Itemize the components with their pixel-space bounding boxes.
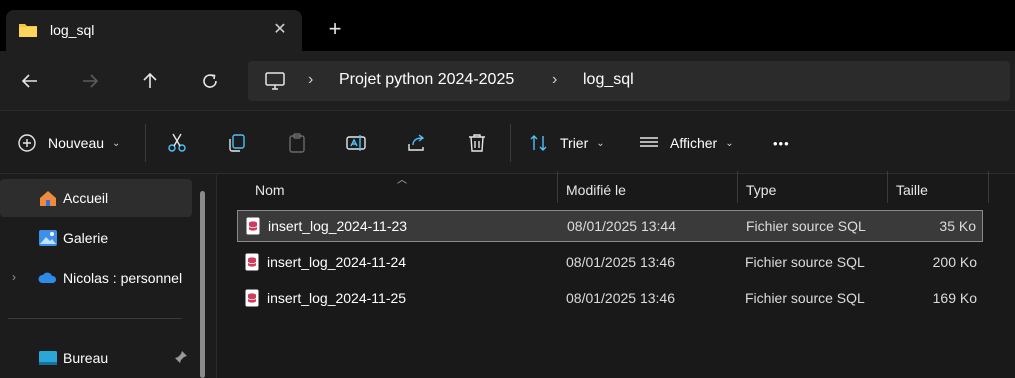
more-options-button[interactable]: ••• [773,128,790,158]
breadcrumb-chevron-icon[interactable]: › [552,71,557,89]
sidebar-item-accueil[interactable]: Accueil [0,179,192,217]
new-button[interactable]: Nouveau ⌄ [17,128,120,158]
clipboard-icon [289,133,305,153]
copy-button[interactable] [226,128,248,158]
sort-button[interactable]: Trier ⌄ [529,128,605,158]
arrow-left-icon [21,74,37,88]
file-size: 169 Ko [932,290,977,306]
column-header-type[interactable]: Type [746,179,776,205]
paste-button[interactable] [286,128,308,158]
delete-button[interactable] [466,128,488,158]
chevron-down-icon: ⌄ [725,137,734,149]
sql-file-icon [246,217,260,235]
sidebar-scrollbar[interactable] [200,191,205,378]
column-separator[interactable] [887,171,888,203]
file-list: ︿ Nom Modifié le Type Taille insert_log_… [216,171,1015,378]
pin-icon[interactable] [174,350,188,364]
file-type: Fichier source SQL [745,254,865,270]
file-modified: 08/01/2025 13:44 [567,218,676,234]
breadcrumb-projet-python[interactable]: Projet python 2024-2025 [339,71,514,89]
desktop-icon [39,351,57,365]
refresh-icon [203,74,217,88]
navigation-bar: › Projet python 2024-2025 › log_sql [0,51,1015,111]
rename-button[interactable] [345,128,367,158]
chevron-right-icon[interactable]: › [12,270,16,284]
home-icon [40,191,56,206]
gallery-icon [39,230,57,246]
share-button[interactable] [406,128,428,158]
sidebar-item-label: Galerie [63,230,109,246]
up-button[interactable] [136,67,164,95]
view-list-icon [640,137,658,147]
column-separator[interactable] [557,171,558,203]
sort-ascending-icon: ︿ [397,175,407,186]
new-button-label: Nouveau [48,135,105,151]
sidebar-item-label: Bureau [63,350,109,366]
sort-button-label: Trier [560,135,589,151]
toolbar-divider [510,124,511,162]
sidebar-item-galerie[interactable]: Galerie [0,219,192,257]
cut-button[interactable] [166,128,188,158]
folder-icon [19,24,37,37]
view-button-label: Afficher [670,135,718,151]
file-name: insert_log_2024-11-25 [267,290,407,306]
sidebar-item-bureau[interactable]: Bureau [0,339,192,377]
file-type: Fichier source SQL [746,218,866,234]
plus-circle-icon [18,134,36,152]
address-bar[interactable]: › Projet python 2024-2025 › log_sql [248,61,1010,101]
tab-log-sql[interactable]: log_sql ✕ [6,10,302,51]
sql-file-icon [245,253,259,271]
file-modified: 08/01/2025 13:46 [566,290,675,306]
arrow-right-icon [83,74,99,88]
file-size: 200 Ko [932,254,977,270]
sort-icon [530,135,547,151]
column-separator[interactable] [988,171,989,203]
tab-bar: log_sql ✕ + [0,0,1015,51]
file-row[interactable]: insert_log_2024-11-25 08/01/2025 13:46 F… [237,283,983,315]
breadcrumb-log-sql[interactable]: log_sql [583,71,634,89]
back-button[interactable] [16,67,44,95]
column-header-size[interactable]: Taille [896,179,928,205]
tab-title: log_sql [50,22,95,38]
new-tab-button[interactable]: + [324,18,346,40]
refresh-button[interactable] [196,67,224,95]
column-header-modified[interactable]: Modifié le [566,179,626,205]
sidebar-divider [8,318,182,319]
breadcrumb-chevron-icon[interactable]: › [308,71,313,89]
file-modified: 08/01/2025 13:46 [566,254,675,270]
command-bar: Nouveau ⌄ Trier ⌄ Afficher ⌄ ••• [0,112,1015,174]
sql-file-icon [245,289,259,307]
view-button[interactable]: Afficher ⌄ [639,128,734,158]
forward-button[interactable] [76,67,104,95]
close-tab-icon[interactable]: ✕ [270,20,290,40]
chevron-down-icon: ⌄ [112,137,121,149]
trash-icon [469,134,485,152]
copy-icon [229,134,245,152]
arrow-up-icon [143,72,157,88]
navigation-pane: Accueil Galerie › Nicolas : personnel Bu… [0,175,215,378]
onedrive-cloud-icon [38,272,57,283]
share-icon [408,134,425,151]
column-separator[interactable] [737,171,738,203]
scissors-icon [168,133,186,152]
rename-icon [346,135,366,151]
sidebar-item-label: Nicolas : personnel [63,270,183,286]
sidebar-item-label: Accueil [63,190,109,206]
file-type: Fichier source SQL [745,290,865,306]
file-row[interactable]: insert_log_2024-11-24 08/01/2025 13:46 F… [237,247,983,279]
file-name: insert_log_2024-11-23 [268,218,408,234]
column-header-name[interactable]: Nom [255,179,285,205]
this-pc-icon [265,72,285,90]
chevron-down-icon: ⌄ [596,137,605,149]
file-row[interactable]: insert_log_2024-11-23 08/01/2025 13:44 F… [237,210,983,242]
sidebar-item-nicolas-personnel[interactable]: › Nicolas : personnel [0,259,192,297]
file-size: 35 Ko [939,218,976,234]
toolbar-divider [145,124,146,162]
file-name: insert_log_2024-11-24 [267,254,407,270]
